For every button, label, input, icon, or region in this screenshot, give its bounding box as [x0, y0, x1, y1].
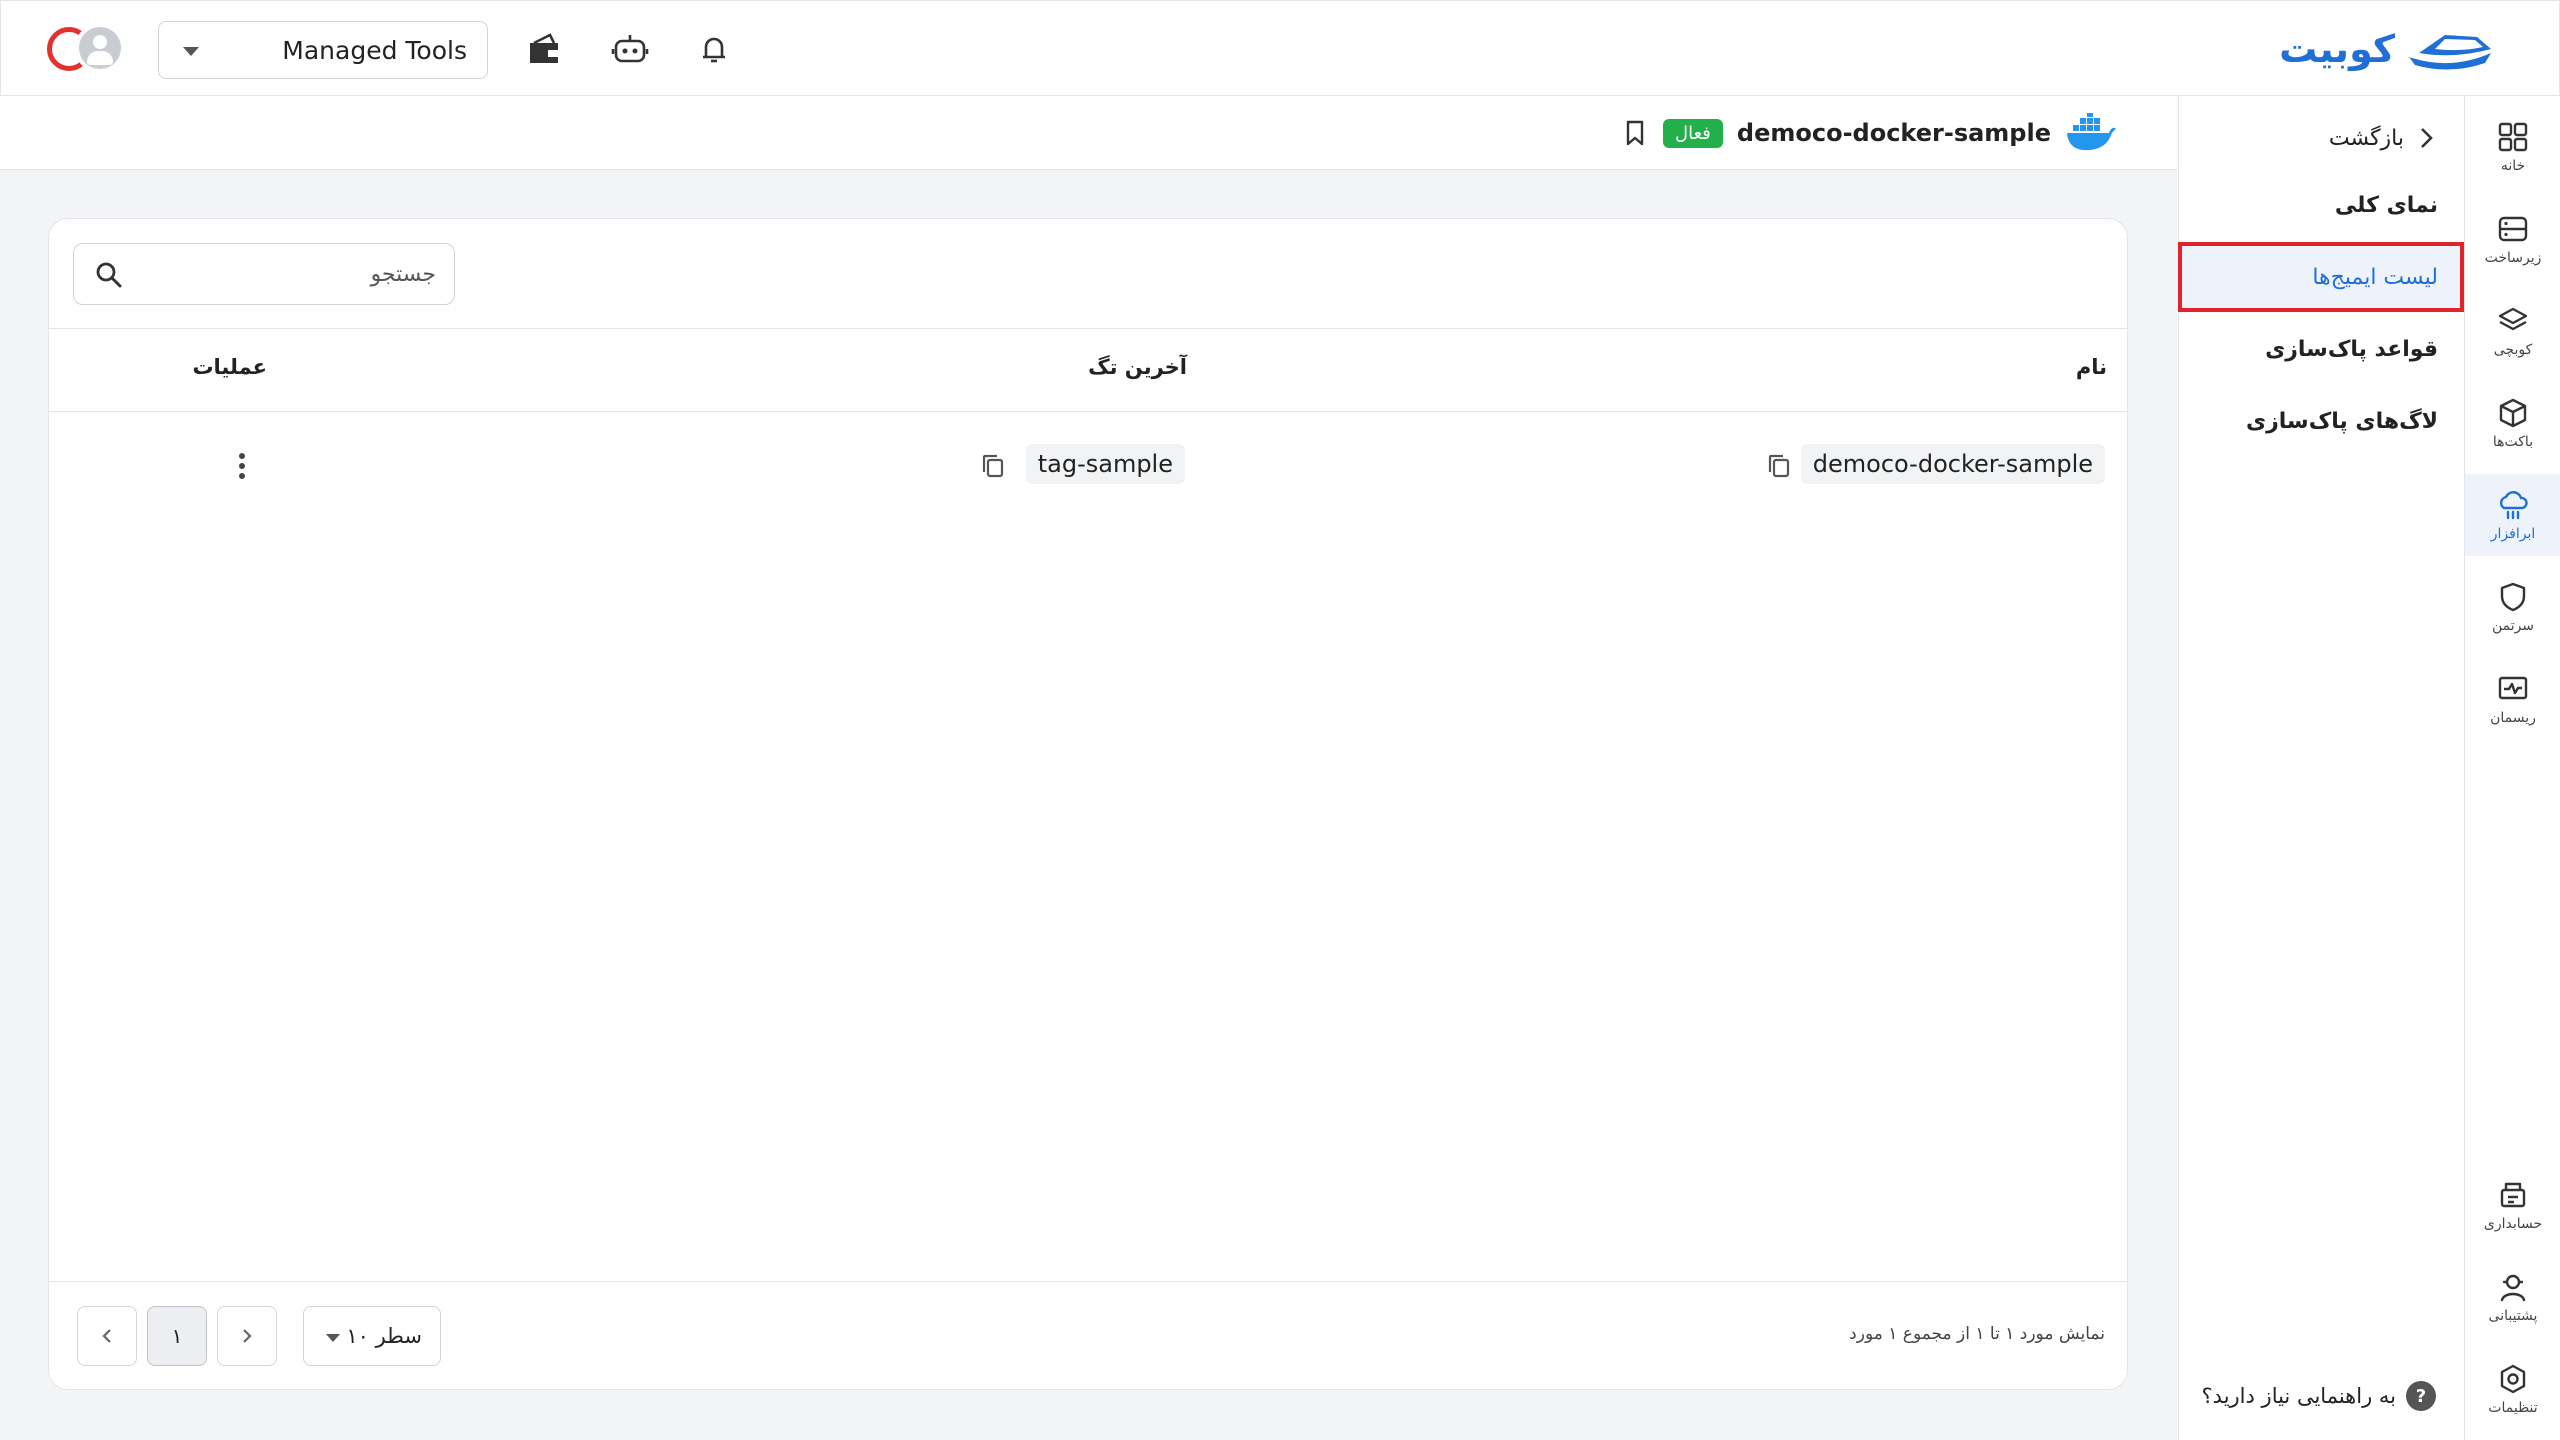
rows-per-page-value: ۱۰ سطر [346, 1324, 422, 1348]
rail-item-label: سرتمن [2491, 618, 2535, 634]
back-label: بازگشت [2328, 125, 2404, 151]
copy-icon[interactable] [979, 452, 1007, 480]
layers-icon [2498, 307, 2528, 331]
table-row: democo-docker-sample tag-sample [49, 412, 2127, 518]
submenu-item-label: قواعد پاک‌سازی [2265, 336, 2438, 362]
rail-item-label: حسابداری [2483, 1216, 2543, 1232]
last-tag-cell: tag-sample [1025, 444, 1185, 484]
image-name-cell: democo-docker-sample [1800, 444, 2105, 484]
bookmark-icon[interactable] [1621, 118, 1649, 148]
submenu-item-image-list[interactable]: لیست ایمیج‌ها [2178, 242, 2464, 312]
column-header-actions: عملیات [192, 355, 267, 379]
user-avatar[interactable] [47, 23, 127, 75]
help-icon: ? [2406, 1381, 2436, 1411]
settings-icon [2500, 1364, 2526, 1394]
rail-item-label: تنظیمات [2488, 1400, 2538, 1416]
rail-item-label: ابرافزار [2490, 526, 2536, 542]
managed-tools-select-value: Managed Tools [282, 35, 467, 65]
submenu-item-cleanup-logs[interactable]: لاگ‌های پاک‌سازی [2178, 386, 2464, 456]
search-input[interactable] [140, 252, 436, 296]
rail-item-label: باکت‌ها [2492, 434, 2534, 450]
shield-icon [2500, 582, 2526, 612]
status-badge: فعال [1663, 118, 1723, 148]
help-link[interactable]: به راهنمایی نیاز دارید؟ ? [2202, 1374, 2436, 1418]
page-title: democo-docker-sample [1736, 119, 2051, 147]
rail-item-label: زیرساخت [2484, 250, 2542, 266]
logo-boat-icon [2409, 35, 2491, 70]
pagination-next-button[interactable] [77, 1306, 137, 1366]
managed-tools-select[interactable]: Managed Tools [158, 21, 488, 79]
help-label: به راهنمایی نیاز دارید؟ [2201, 1384, 2396, 1408]
bell-icon[interactable] [694, 29, 734, 69]
accounting-icon [2500, 1182, 2526, 1208]
column-header-last-tag: آخرین تگ [1088, 355, 1187, 379]
monitor-pulse-icon [2498, 676, 2528, 700]
page-header: فعال democo-docker-sample [0, 96, 2177, 170]
rail-item-label: خانه [2500, 158, 2526, 174]
images-card: نام آخرین تگ عملیات democo-docker-sample… [48, 218, 2128, 1390]
chevron-right-icon [243, 1329, 252, 1343]
rail-item-home[interactable]: خانه [2465, 106, 2560, 188]
submenu-item-label: نمای کلی [2334, 192, 2438, 218]
rail-item-label: ریسمان [2490, 710, 2536, 726]
chevron-right-icon [2421, 128, 2433, 148]
rail-item-label: پشتیبانی [2488, 1308, 2538, 1324]
pagination-prev-button[interactable] [217, 1306, 277, 1366]
search-box [73, 243, 455, 305]
cloud-tool-icon [2499, 491, 2528, 520]
table-footer: ۱ ۱۰ سطر نمایش مورد ۱ تا ۱ از مجموع ۱ مو… [49, 1281, 2127, 1389]
chevron-left-icon [102, 1329, 111, 1343]
rail-item-settings[interactable]: تنظیمات [2465, 1348, 2560, 1430]
grid-icon [2498, 122, 2528, 152]
logo-text: کوبیت [2279, 27, 2395, 71]
rail-item-risman[interactable]: ریسمان [2465, 658, 2560, 740]
logo[interactable]: کوبیت [2279, 25, 2495, 73]
pagination-page-button[interactable]: ۱ [147, 1306, 207, 1366]
submenu-item-cleanup-rules[interactable]: قواعد پاک‌سازی [2178, 314, 2464, 384]
robot-icon[interactable] [610, 29, 650, 69]
top-header: کوبیت Managed Tools [0, 0, 2560, 96]
submenu-item-label: لیست ایمیج‌ها [2312, 264, 2438, 290]
wallet-icon[interactable] [524, 29, 564, 69]
main-nav-rail: خانه زیرساخت کوبچی باکت‌ها ابرافزار سرتم… [2464, 96, 2560, 1440]
server-icon [2498, 216, 2528, 242]
user-icon [75, 23, 125, 73]
rail-item-label: کوبچی [2493, 342, 2533, 358]
table-header: نام آخرین تگ عملیات [49, 328, 2127, 412]
rows-per-page-select[interactable]: ۱۰ سطر [303, 1306, 441, 1366]
chevron-down-icon [183, 47, 199, 56]
rail-item-buckets[interactable]: باکت‌ها [2465, 382, 2560, 464]
back-link[interactable]: بازگشت [2329, 116, 2436, 160]
pagination-info: نمایش مورد ۱ تا ۱ از مجموع ۱ مورد [1849, 1324, 2105, 1344]
box-icon [2499, 398, 2527, 428]
rail-item-infrastructure[interactable]: زیرساخت [2465, 198, 2560, 280]
rail-item-sartaman[interactable]: سرتمن [2465, 566, 2560, 648]
column-header-name: نام [2075, 355, 2107, 379]
more-vertical-icon[interactable] [227, 448, 257, 484]
rail-item-accounting[interactable]: حسابداری [2465, 1164, 2560, 1246]
search-icon[interactable] [94, 260, 124, 290]
submenu-item-label: لاگ‌های پاک‌سازی [2245, 408, 2438, 434]
rail-item-cloud-tools[interactable]: ابرافزار [2465, 474, 2560, 556]
rail-item-support[interactable]: پشتیبانی [2465, 1256, 2560, 1338]
chevron-down-icon [326, 1334, 340, 1342]
copy-icon[interactable] [1765, 452, 1793, 480]
rail-item-kubchi[interactable]: کوبچی [2465, 290, 2560, 372]
support-icon [2500, 1274, 2526, 1302]
docker-icon [2067, 113, 2116, 151]
section-submenu: بازگشت نمای کلی لیست ایمیج‌ها قواعد پاک‌… [2178, 96, 2464, 1440]
submenu-item-overview[interactable]: نمای کلی [2178, 170, 2464, 240]
